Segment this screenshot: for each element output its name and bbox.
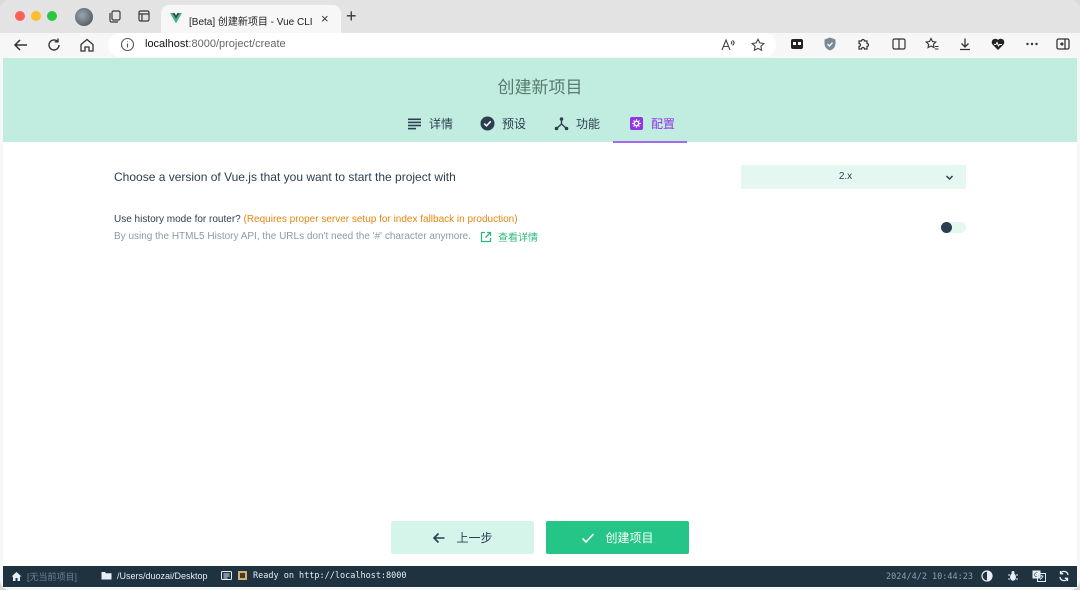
history-mode-label: Use history mode for router? (Requires p… — [114, 214, 518, 225]
close-window-button[interactable] — [15, 11, 25, 21]
create-project-button[interactable]: 创建项目 — [546, 521, 689, 554]
split-screen-icon[interactable] — [891, 36, 907, 52]
arrow-left-icon — [433, 532, 445, 543]
check-icon — [582, 532, 595, 543]
refresh-icon[interactable] — [1058, 570, 1070, 582]
tab-actions-icon[interactable] — [136, 8, 152, 24]
address-bar[interactable]: localhost:8000/project/create — [108, 33, 776, 57]
translate-icon[interactable]: G — [1032, 570, 1046, 582]
status-bar: [无当前项目] /Users/duozai/Desktop Ready on h… — [3, 566, 1077, 587]
list-icon — [408, 118, 421, 130]
page-title: 创建新项目 — [497, 78, 583, 97]
minimize-window-button[interactable] — [31, 11, 41, 21]
page-content: 创建新项目 详情 预设 功能 配置 Choose a version of Vu… — [3, 58, 1077, 566]
browser-window: [Beta] 创建新项目 - Vue CLI × + localhost:800… — [0, 0, 1080, 590]
tab-title: [Beta] 创建新项目 - Vue CLI — [189, 17, 313, 28]
history-mode-description: By using the HTML5 History API, the URLs… — [114, 229, 539, 244]
zoom-window-button[interactable] — [47, 11, 57, 21]
favorite-star-icon[interactable] — [750, 37, 766, 53]
favorites-icon[interactable] — [924, 36, 940, 52]
downloads-icon[interactable] — [957, 36, 973, 52]
reload-icon[interactable] — [45, 36, 63, 54]
sidebar-toggle-icon[interactable] — [1055, 36, 1071, 52]
new-tab-button[interactable]: + — [346, 6, 357, 26]
active-tab[interactable]: [Beta] 创建新项目 - Vue CLI × — [161, 5, 341, 33]
extensions-puzzle-icon[interactable] — [855, 36, 871, 52]
back-icon[interactable] — [12, 36, 30, 54]
shield-icon[interactable] — [822, 36, 838, 52]
vue-version-select[interactable]: 2.x — [741, 165, 966, 189]
status-project[interactable]: [无当前项目] — [11, 570, 77, 583]
home-icon — [11, 572, 22, 581]
tab-bar: [Beta] 创建新项目 - Vue CLI × + — [0, 0, 1080, 33]
performance-heart-icon[interactable] — [990, 36, 1006, 52]
vue-version-label: Choose a version of Vue.js that you want… — [114, 170, 456, 184]
read-aloud-icon[interactable] — [720, 37, 736, 53]
tab-presets[interactable]: 预设 — [480, 115, 526, 142]
tab-details[interactable]: 详情 — [407, 115, 453, 142]
tab-configuration[interactable]: 配置 — [629, 115, 675, 142]
page-header: 创建新项目 详情 预设 功能 配置 — [3, 58, 1077, 143]
more-options-icon[interactable] — [1024, 36, 1040, 52]
external-link-icon — [480, 231, 492, 242]
url-text[interactable]: localhost:8000/project/create — [145, 38, 286, 50]
vue-version-value: 2.x — [838, 171, 853, 182]
history-mode-toggle[interactable] — [941, 222, 966, 233]
folder-icon — [101, 572, 112, 580]
navigation-bar: localhost:8000/project/create — [0, 33, 1080, 58]
home-icon[interactable] — [78, 36, 96, 54]
extension-icon[interactable] — [789, 36, 805, 52]
active-step-indicator — [613, 141, 687, 143]
contrast-icon[interactable] — [981, 570, 993, 582]
console-icon — [221, 571, 232, 580]
site-info-icon[interactable] — [120, 37, 135, 52]
log-badge-icon — [238, 571, 247, 580]
vue-logo-icon — [170, 13, 182, 24]
chevron-down-icon — [945, 175, 954, 181]
bug-icon[interactable] — [1007, 570, 1019, 582]
tab-close-icon[interactable]: × — [321, 11, 329, 26]
toggle-knob — [941, 222, 952, 233]
status-log[interactable]: Ready on http://localhost:8000 — [221, 570, 407, 581]
history-mode-warning: (Requires proper server setup for index … — [243, 214, 518, 225]
status-datetime: 2024/4/2 10:44:23 — [886, 572, 973, 582]
more-info-link[interactable]: 查看详情 — [480, 229, 538, 244]
profile-avatar[interactable] — [75, 8, 93, 26]
fork-icon — [554, 117, 569, 131]
previous-step-button[interactable]: 上一步 — [391, 521, 534, 554]
tab-features[interactable]: 功能 — [554, 115, 600, 142]
settings-icon — [630, 117, 643, 130]
collections-icon[interactable] — [107, 8, 123, 24]
check-circle-icon — [480, 116, 495, 131]
status-folder[interactable]: /Users/duozai/Desktop — [101, 570, 208, 581]
